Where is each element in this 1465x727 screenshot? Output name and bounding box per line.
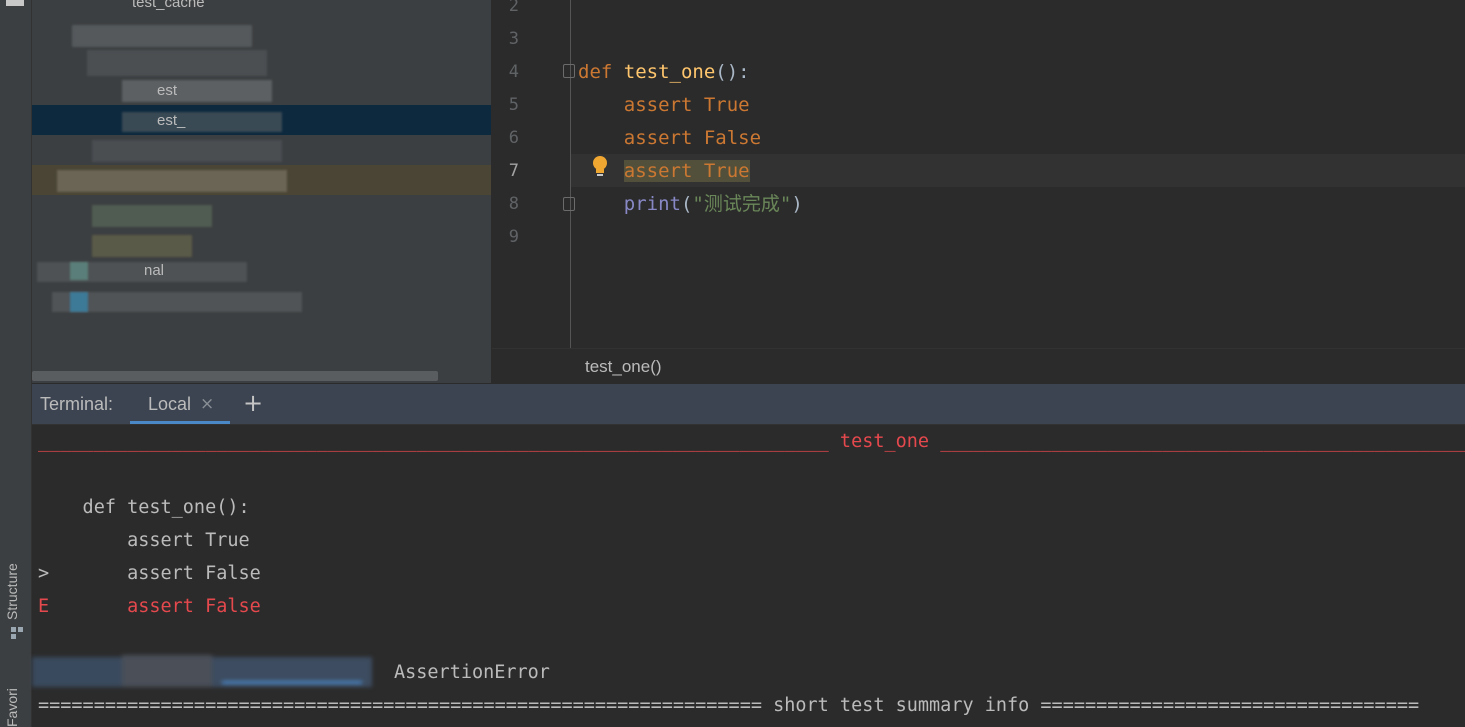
- tree-item-label: est: [157, 82, 178, 99]
- horizontal-scrollbar[interactable]: [32, 371, 438, 381]
- line-number: 6: [508, 128, 519, 148]
- terminal-line-assert-false: > assert False: [38, 557, 261, 590]
- redacted-region: [70, 292, 88, 312]
- false-keyword: False: [703, 127, 762, 149]
- breadcrumb-bar: test_one(): [492, 348, 1465, 385]
- separator-title: test_one: [828, 431, 941, 452]
- structure-icon: [11, 627, 23, 639]
- paren-close: ): [791, 193, 803, 215]
- terminal-title: Terminal:: [40, 394, 114, 414]
- redacted-region: [52, 292, 302, 312]
- def-keyword: def: [578, 61, 613, 83]
- redacted-region: [92, 235, 192, 257]
- summary-right: ==================================: [1040, 695, 1420, 716]
- assert-keyword: assert: [623, 94, 693, 116]
- redacted-region: [122, 112, 282, 132]
- line-number: 5: [508, 95, 519, 115]
- tab-local-label: Local: [148, 394, 192, 414]
- string-literal: "测试完成": [692, 193, 792, 215]
- assert-keyword: assert: [623, 160, 693, 182]
- redacted-region: [57, 170, 287, 192]
- terminal-line-def: def test_one():: [38, 497, 250, 518]
- error-assert-text: assert False: [49, 596, 261, 617]
- print-builtin: print: [623, 193, 681, 215]
- redacted-region: [92, 140, 282, 162]
- fold-end-marker-icon[interactable]: [563, 197, 575, 211]
- terminal-line-error: E assert False: [38, 590, 261, 623]
- line-number: 3: [508, 29, 519, 49]
- summary-separator-line: ========================================…: [38, 689, 1419, 722]
- redacted-region: [70, 262, 88, 280]
- assertion-error-text: AssertionError: [394, 662, 550, 683]
- active-tab-indicator: [130, 421, 230, 424]
- terminal-header: Terminal: Local × +: [32, 384, 1465, 425]
- terminal-line-assert-true: assert True: [38, 530, 250, 551]
- error-marker: E: [38, 596, 50, 617]
- separator-right: ________________________________________…: [940, 431, 1465, 452]
- function-params: ():: [715, 61, 750, 83]
- redacted-region: [72, 25, 252, 47]
- code-line-def[interactable]: def test_one():: [578, 56, 750, 89]
- code-line-print[interactable]: print("测试完成"): [578, 188, 803, 221]
- terminal-line-assertion-error: AssertionError: [394, 656, 550, 689]
- tree-item-label: test_cache: [132, 0, 205, 11]
- failure-arrow-marker: >: [38, 563, 50, 584]
- separator-left: ________________________________________…: [38, 431, 829, 452]
- close-icon[interactable]: ×: [200, 394, 214, 414]
- assert-false-text: assert False: [49, 563, 261, 584]
- structure-tab-label: Structure: [4, 563, 20, 620]
- assert-keyword: assert: [623, 127, 693, 149]
- true-keyword: True: [703, 94, 750, 116]
- structure-tool-tab[interactable]: Structure: [2, 540, 30, 650]
- fold-marker-icon[interactable]: [563, 64, 575, 78]
- summary-title: short test summary info: [761, 695, 1041, 716]
- line-number: 2: [508, 0, 519, 16]
- paren-open: (: [680, 193, 693, 215]
- line-number: 8: [508, 194, 519, 214]
- project-tree[interactable]: test_cache est est_ nal: [32, 0, 491, 383]
- tab-local[interactable]: Local ×: [130, 384, 230, 424]
- redacted-region: [87, 50, 267, 76]
- code-line-assert-true[interactable]: assert True: [578, 89, 750, 122]
- tree-item-label: est_: [157, 112, 186, 129]
- code-line-assert-false[interactable]: assert False: [578, 122, 761, 155]
- function-name: test_one: [623, 61, 716, 83]
- line-number: 9: [508, 227, 519, 247]
- line-number: 4: [508, 62, 519, 82]
- redacted-region: [37, 262, 247, 282]
- code-line-assert-true-warning[interactable]: assert True: [578, 155, 750, 188]
- breadcrumb-item[interactable]: test_one(): [585, 357, 662, 377]
- tree-item-label: nal: [144, 262, 165, 279]
- project-tool-button[interactable]: [6, 0, 24, 6]
- gutter-separator: [570, 0, 571, 348]
- favorites-tab-label[interactable]: Favori: [4, 688, 20, 727]
- redacted-region: [32, 655, 377, 690]
- redacted-region: [122, 80, 272, 102]
- test-separator-line: ________________________________________…: [38, 425, 1465, 458]
- summary-left: ========================================…: [38, 695, 762, 716]
- line-number-current: 7: [508, 161, 519, 181]
- unreachable-code-highlight: assert True: [623, 160, 750, 182]
- true-keyword: True: [703, 160, 750, 182]
- redacted-region: [92, 205, 212, 227]
- add-tab-button[interactable]: +: [243, 389, 263, 417]
